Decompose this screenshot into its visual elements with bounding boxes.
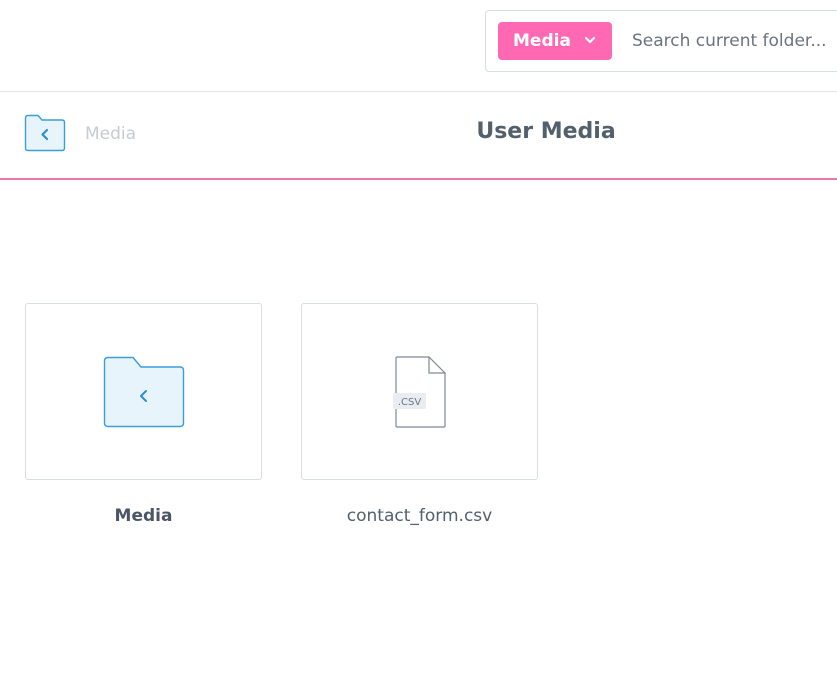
folder-back-icon bbox=[103, 356, 184, 427]
folder-tile[interactable] bbox=[25, 303, 262, 480]
scope-dropdown-label: Media bbox=[513, 31, 571, 51]
file-name[interactable]: contact_form.csv bbox=[301, 506, 538, 526]
search-bar: Media bbox=[485, 10, 837, 72]
csv-badge: .CSV bbox=[397, 397, 421, 408]
file-tile[interactable]: .CSV bbox=[301, 303, 538, 480]
top-toolbar: Media bbox=[0, 0, 837, 92]
page-title: User Media bbox=[476, 119, 616, 144]
folder-name[interactable]: Media bbox=[25, 506, 262, 526]
scope-dropdown-button[interactable]: Media bbox=[498, 22, 612, 60]
chevron-down-icon bbox=[584, 36, 596, 44]
csv-file-icon: .CSV bbox=[392, 355, 446, 428]
search-input[interactable] bbox=[620, 22, 830, 60]
